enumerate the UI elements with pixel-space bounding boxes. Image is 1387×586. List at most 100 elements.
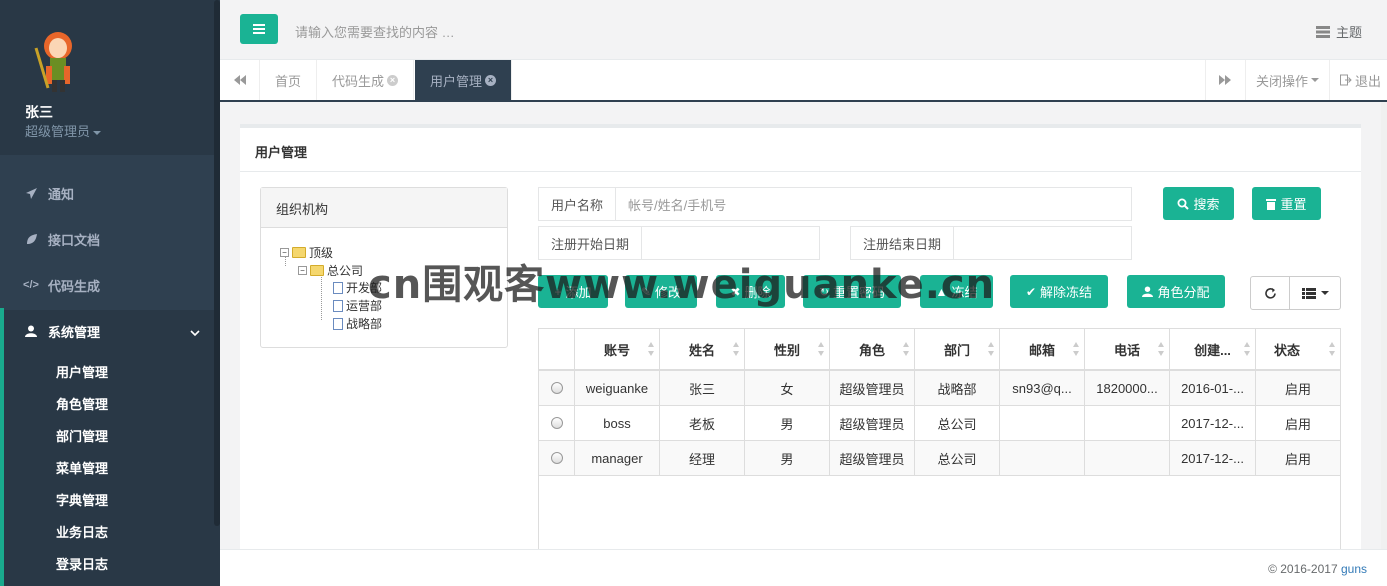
folder-icon	[292, 247, 306, 258]
tabs-bar: 首页 代码生成 × 用户管理 × 关闭操作 退出	[220, 60, 1387, 102]
cell-email	[1000, 406, 1085, 440]
sub-item-user-mgmt[interactable]: 用户管理	[56, 362, 108, 381]
theme-label: 主题	[1335, 25, 1362, 40]
tree-connector	[321, 272, 322, 320]
username-filter: 用户名称 帐号/姓名/手机号	[538, 187, 1132, 221]
columns-toggle-button[interactable]	[1289, 276, 1341, 310]
select-column-header	[539, 329, 575, 369]
cell-dept: 战略部	[915, 371, 1000, 405]
content-scrollbar[interactable]	[1381, 102, 1387, 549]
tab-label: 用户管理	[430, 73, 483, 89]
cell-gender: 男	[745, 441, 830, 475]
username-input[interactable]: 帐号/姓名/手机号	[616, 188, 1131, 220]
tab-codegen[interactable]: 代码生成 ×	[317, 60, 415, 100]
row-radio[interactable]	[550, 417, 563, 429]
avatar[interactable]	[28, 28, 82, 96]
column-header-dept[interactable]: 部门	[915, 329, 1000, 369]
collapse-icon[interactable]: −	[280, 248, 289, 257]
close-icon[interactable]: ×	[387, 74, 399, 86]
file-icon	[333, 317, 343, 330]
cell-status: 启用	[1284, 381, 1311, 397]
cell-dept: 总公司	[915, 441, 1000, 475]
search-button[interactable]: 搜索	[1163, 187, 1234, 220]
nav-item-label: 系统管理	[48, 324, 101, 340]
cell-email	[1000, 441, 1085, 475]
unfreeze-button[interactable]: ✔ 解除冻结	[1010, 275, 1108, 308]
cell-gender: 男	[745, 406, 830, 440]
cell-name: 张三	[660, 371, 745, 405]
tab-home[interactable]: 首页	[260, 60, 318, 100]
table-row[interactable]: boss 老板 男 超级管理员 总公司 2017-12-... 启用	[539, 406, 1340, 441]
table-row[interactable]: manager 经理 男 超级管理员 总公司 2017-12-... 启用	[539, 441, 1340, 476]
assign-role-button[interactable]: 角色分配	[1127, 275, 1225, 308]
column-header-label: 账号	[603, 342, 630, 358]
tab-user-mgmt[interactable]: 用户管理 ×	[415, 60, 513, 100]
column-header-role[interactable]: 角色	[830, 329, 915, 369]
nav-item-system[interactable]: 系统管理	[0, 308, 220, 354]
tree-node-dept[interactable]: 战略部	[333, 315, 382, 332]
sub-item-menu-mgmt[interactable]: 菜单管理	[56, 458, 108, 477]
brand-link[interactable]: guns	[1341, 562, 1367, 576]
row-radio[interactable]	[550, 452, 563, 464]
cell-account: weiguanke	[575, 371, 660, 405]
column-header-email[interactable]: 邮箱	[1000, 329, 1085, 369]
refresh-icon	[1264, 287, 1276, 299]
column-header-created[interactable]: 创建...	[1170, 329, 1256, 369]
column-header-name[interactable]: 姓名	[660, 329, 745, 369]
cell-phone	[1085, 406, 1170, 440]
row-select-cell	[539, 406, 575, 440]
file-icon	[333, 281, 343, 294]
close-operations-dropdown[interactable]: 关闭操作	[1244, 60, 1329, 100]
nav-item-label: 通知	[48, 186, 75, 202]
check-circle-icon: ✔	[1025, 284, 1037, 299]
user-icon	[24, 325, 38, 337]
column-header-status[interactable]: 状态	[1256, 329, 1340, 369]
reset-button[interactable]: 重置	[1252, 187, 1321, 220]
list-icon	[1315, 25, 1330, 38]
cell-role: 超级管理员	[830, 406, 915, 440]
sub-item-login-log[interactable]: 登录日志	[56, 554, 108, 573]
tree-node-company[interactable]: − 总公司	[298, 262, 363, 279]
row-select-cell	[539, 371, 575, 405]
cell-name: 老板	[660, 406, 745, 440]
sort-icon	[818, 342, 824, 356]
tabs-scroll-left-button[interactable]	[220, 60, 260, 100]
cell-account: boss	[575, 406, 660, 440]
column-header-label: 性别	[773, 342, 800, 358]
column-header-phone[interactable]: 电话	[1085, 329, 1170, 369]
sort-icon	[903, 342, 909, 356]
caret-down-icon	[1320, 291, 1329, 295]
sort-icon	[733, 342, 739, 356]
collapse-icon[interactable]: −	[298, 266, 307, 275]
tabs-scroll-right-button[interactable]	[1204, 60, 1245, 100]
tab-label: 首页	[275, 73, 302, 89]
global-search-input[interactable]: 请输入您需要查找的内容 …	[295, 22, 455, 41]
cell-account: manager	[575, 441, 660, 475]
menu-toggle-button[interactable]	[240, 14, 278, 44]
row-radio[interactable]	[550, 382, 563, 394]
sub-item-role-mgmt[interactable]: 角色管理	[56, 394, 108, 413]
column-header-account[interactable]: 账号	[575, 329, 660, 369]
table-row[interactable]: weiguanke 张三 女 超级管理员 战略部 sn93@q... 18200…	[539, 371, 1340, 406]
tree-node-label: 顶级	[309, 246, 334, 260]
search-icon	[1177, 198, 1190, 210]
tree-node-root[interactable]: − 顶级	[280, 244, 333, 261]
theme-button[interactable]: 主题	[1315, 22, 1362, 41]
sub-item-dict-mgmt[interactable]: 字典管理	[56, 490, 108, 509]
nav-item-codegen[interactable]: </> 代码生成	[0, 262, 220, 308]
cell-gender: 女	[745, 371, 830, 405]
column-header-gender[interactable]: 性别	[745, 329, 830, 369]
logout-button[interactable]: 退出	[1328, 60, 1387, 100]
close-ops-label: 关闭操作	[1255, 73, 1308, 89]
code-icon: </>	[23, 279, 39, 291]
sub-item-dept-mgmt[interactable]: 部门管理	[56, 426, 108, 445]
column-header-label: 状态	[1273, 342, 1300, 358]
user-role-dropdown[interactable]: 超级管理员	[25, 121, 102, 140]
refresh-table-button[interactable]	[1250, 276, 1290, 310]
nav-item-notice[interactable]: 通知	[0, 170, 220, 216]
nav-item-api-docs[interactable]: 接口文档	[0, 216, 220, 262]
leaf-icon	[24, 233, 38, 246]
sub-item-biz-log[interactable]: 业务日志	[56, 522, 108, 541]
close-icon[interactable]: ×	[485, 74, 497, 86]
cell-status: 启用	[1284, 416, 1311, 432]
